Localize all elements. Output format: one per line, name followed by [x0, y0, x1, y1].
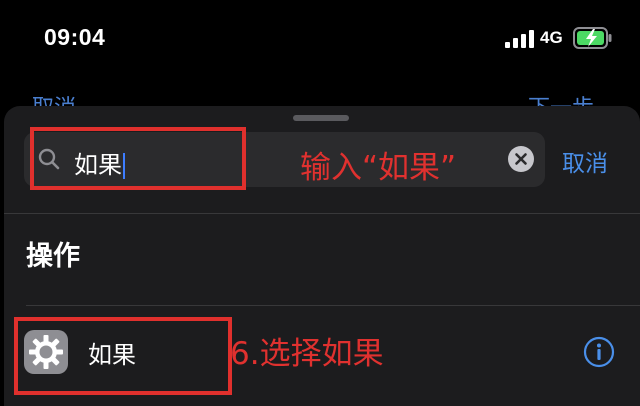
cancel-button[interactable]: 取消 [562, 144, 608, 178]
status-bar: 09:04 4G [0, 0, 640, 80]
highlight-search-box [30, 127, 246, 190]
cellular-signal-icon [505, 30, 534, 48]
clear-search-icon[interactable] [508, 146, 534, 172]
section-title: 操作 [26, 241, 80, 272]
network-type: 4G [540, 28, 563, 47]
sheet-grabber[interactable] [293, 115, 349, 121]
battery-charging-icon [573, 27, 612, 49]
info-icon[interactable] [583, 336, 615, 368]
highlight-result-box [14, 317, 232, 395]
annotation-input-hint: 输入“如果” [300, 150, 457, 186]
header-divider [4, 213, 640, 214]
section-divider [26, 305, 640, 306]
annotation-select-hint: 6.选择如果 [230, 336, 384, 372]
status-time: 09:04 [44, 24, 106, 50]
